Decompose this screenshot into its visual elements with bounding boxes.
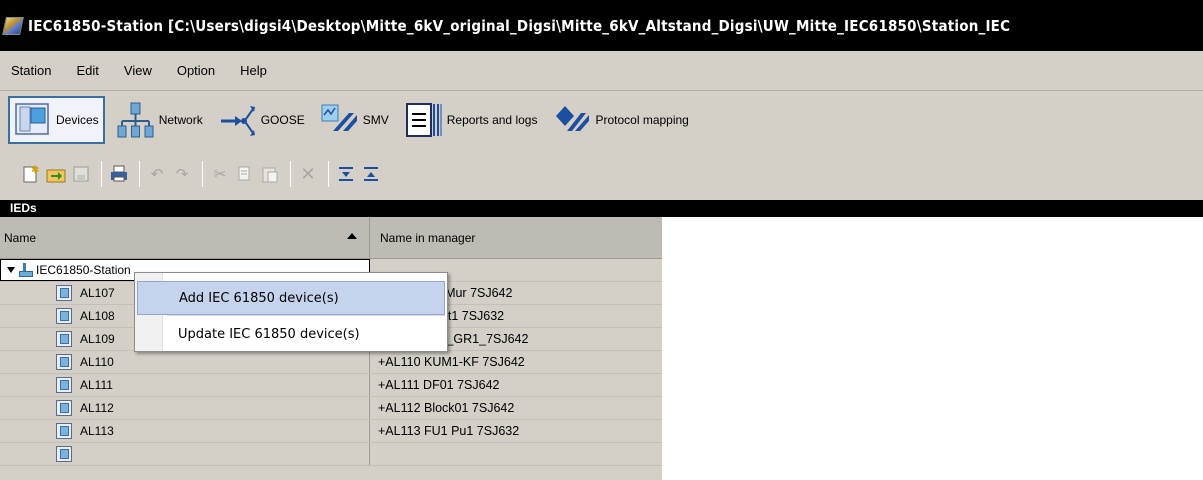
toolbar-separator	[202, 161, 203, 187]
table-row[interactable]: AL113 +AL113 FU1 Pu1 7SJ632	[0, 420, 662, 443]
context-menu: Add IEC 61850 device(s) Update IEC 61850…	[134, 272, 448, 352]
new-icon[interactable]: ✱	[20, 163, 42, 185]
undo-icon[interactable]: ↶	[146, 163, 168, 185]
update-iec61850-device-menu-item[interactable]: Update IEC 61850 device(s)	[137, 317, 445, 351]
ied-manager-name: +AL110 KUM1-KF 7SJ642	[378, 355, 525, 369]
toolbar-separator	[101, 161, 102, 187]
network-icon	[117, 101, 155, 139]
column-header-name[interactable]: Name	[0, 217, 370, 258]
ied-device-icon	[56, 354, 72, 370]
ied-name: AL111	[80, 378, 113, 392]
add-device-label: Add IEC 61850 device(s)	[179, 290, 339, 306]
ied-device-icon	[56, 400, 72, 416]
redo-icon[interactable]: ↷	[171, 163, 193, 185]
expand-all-icon[interactable]	[335, 163, 357, 185]
title-bar: IEC61850-Station [C:\Users\digsi4\Deskto…	[0, 0, 1203, 51]
detail-pane	[662, 217, 1203, 480]
app-icon	[2, 16, 24, 35]
ied-name: AL113	[80, 424, 114, 438]
reports-icon	[405, 101, 443, 139]
smv-view-button[interactable]: SMV	[317, 96, 393, 144]
ied-name: AL108	[80, 309, 115, 323]
ied-device-icon	[56, 285, 72, 301]
station-icon	[18, 263, 33, 277]
ied-manager-name: +AL111 DF01 7SJ642	[378, 378, 500, 392]
column-header-name-label: Name	[4, 230, 37, 245]
root-label: IEC61850-Station	[36, 263, 131, 277]
expand-arrow-icon[interactable]	[7, 267, 15, 273]
column-header-row: Name Name in manager	[0, 217, 662, 259]
reports-label: Reports and logs	[446, 113, 538, 127]
devices-icon	[14, 101, 52, 139]
paste-icon[interactable]	[259, 163, 281, 185]
toolbar-separator	[290, 161, 291, 187]
ied-device-icon	[56, 423, 72, 439]
menu-station[interactable]: Station	[8, 61, 54, 80]
tool-bar: ✱ ↶ ↷ ✂ ✕	[0, 152, 1203, 196]
ied-device-icon	[56, 331, 72, 347]
devices-view-button[interactable]: Devices	[8, 96, 105, 144]
protocol-mapping-icon	[553, 101, 591, 139]
ied-name: AL109	[80, 332, 115, 346]
ied-device-icon	[56, 446, 72, 462]
goose-view-button[interactable]: GOOSE	[215, 96, 309, 144]
smv-label: SMV	[362, 113, 389, 127]
goose-label: GOOSE	[260, 113, 305, 127]
devices-label: Devices	[56, 113, 99, 127]
save-icon[interactable]	[70, 163, 92, 185]
view-bar: Devices Network GOOSE SMV Reports and lo…	[0, 92, 1203, 148]
ied-manager-name: +AL113 FU1 Pu1 7SJ632	[378, 424, 520, 438]
collapse-all-icon[interactable]	[360, 163, 382, 185]
ied-name: AL110	[80, 355, 114, 369]
context-menu-separator	[167, 315, 445, 316]
table-row[interactable]: AL110 +AL110 KUM1-KF 7SJ642	[0, 351, 662, 374]
menu-bar: Station Edit View Option Help	[0, 51, 1203, 91]
copy-icon[interactable]	[234, 163, 256, 185]
goose-icon	[219, 101, 257, 139]
update-device-label: Update IEC 61850 device(s)	[178, 326, 360, 342]
table-row[interactable]: AL111 +AL111 DF01 7SJ642	[0, 374, 662, 397]
smv-icon	[321, 101, 359, 139]
reports-view-button[interactable]: Reports and logs	[401, 96, 542, 144]
menu-view[interactable]: View	[121, 61, 155, 80]
toolbar-separator	[328, 161, 329, 187]
ied-device-icon	[56, 308, 72, 324]
column-header-manager-label: Name in manager	[380, 230, 476, 245]
menu-help[interactable]: Help	[237, 61, 270, 80]
ied-name: AL107	[80, 286, 115, 300]
import-icon[interactable]	[45, 163, 67, 185]
table-row[interactable]: AL112 +AL112 Block01 7SJ642	[0, 397, 662, 420]
panel-title: IEDs	[0, 200, 1203, 217]
network-label: Network	[158, 113, 203, 127]
add-iec61850-device-menu-item[interactable]: Add IEC 61850 device(s)	[137, 281, 445, 315]
network-view-button[interactable]: Network	[113, 96, 207, 144]
menu-edit[interactable]: Edit	[73, 61, 101, 80]
sort-ascending-icon	[347, 233, 357, 239]
ied-device-icon	[56, 377, 72, 393]
window-title: IEC61850-Station [C:\Users\digsi4\Deskto…	[28, 16, 1011, 35]
menu-option[interactable]: Option	[174, 61, 218, 80]
table-row-partial[interactable]	[0, 443, 662, 466]
column-header-manager[interactable]: Name in manager	[370, 217, 662, 258]
ied-manager-name: +AL112 Block01 7SJ642	[378, 401, 515, 415]
delete-icon[interactable]: ✕	[297, 163, 319, 185]
cut-icon[interactable]: ✂	[209, 163, 231, 185]
ied-name: AL112	[80, 401, 114, 415]
svg-text:✱: ✱	[31, 165, 39, 176]
print-icon[interactable]	[108, 163, 130, 185]
protocol-mapping-view-button[interactable]: Protocol mapping	[549, 96, 692, 144]
protocol-mapping-label: Protocol mapping	[595, 113, 689, 127]
toolbar-separator	[139, 161, 140, 187]
